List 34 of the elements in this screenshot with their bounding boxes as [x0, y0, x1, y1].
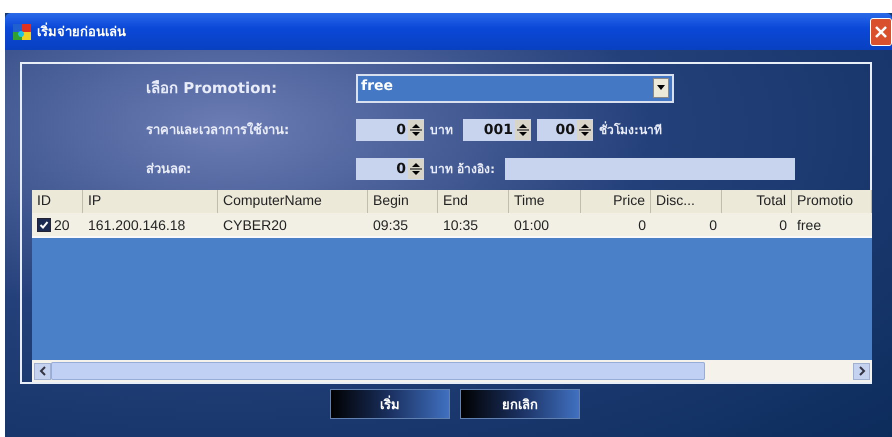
hours-spinner[interactable]: 001: [463, 118, 531, 140]
app-icon: [13, 24, 31, 40]
scroll-right-icon[interactable]: [853, 362, 870, 380]
promotion-label: เลือก Promotion:: [146, 78, 278, 99]
table-row[interactable]: 20 161.200.146.18 CYBER20 09:35 10:35 01:00 0 0 0 free: [32, 213, 872, 238]
dialog-button[interactable]: ยกเลิก: [460, 389, 580, 419]
window-title: เริ่มจ่ายก่อนเล่น: [37, 21, 870, 42]
reference-label: บาท อ้างอิง:: [430, 161, 495, 178]
promotion-dropdown[interactable]: free: [356, 74, 674, 102]
table-cell: 0: [638, 216, 646, 233]
close-icon[interactable]: [874, 24, 888, 38]
table-cell: 10:35: [443, 216, 478, 233]
scrollbar-thumb[interactable]: [51, 362, 705, 380]
table-cell: 09:35: [373, 216, 408, 233]
table-cell: 0: [709, 216, 717, 233]
discount-label: ส่วนลด:: [146, 161, 192, 179]
price-spinner[interactable]: 0: [356, 118, 424, 140]
table-cell: 01:00: [514, 216, 550, 233]
table-cell: free: [797, 216, 822, 233]
table-cell: 20: [54, 216, 70, 233]
scroll-left-icon[interactable]: [34, 362, 51, 380]
currency-label: บาท: [430, 122, 453, 139]
time-unit-label: ชั่วโมง:นาที: [599, 120, 662, 139]
reference-field[interactable]: [504, 158, 795, 180]
price-time-label: ราคาและเวลาการใช้งาน:: [146, 121, 290, 140]
minutes-spinner[interactable]: 00: [537, 118, 593, 140]
row-checkbox[interactable]: [37, 218, 51, 232]
discount-spinner[interactable]: 0: [356, 158, 424, 180]
table-cell: CYBER20: [223, 216, 287, 233]
dialog-button[interactable]: เริ่ม: [330, 389, 450, 419]
close-button[interactable]: [870, 18, 892, 46]
table-cell: 161.200.146.18: [88, 216, 186, 233]
horizontal-scrollbar[interactable]: [32, 360, 872, 382]
table-cell: 0: [779, 216, 787, 233]
